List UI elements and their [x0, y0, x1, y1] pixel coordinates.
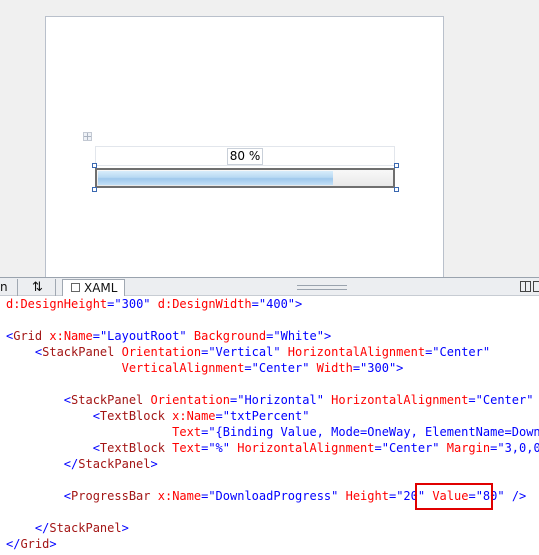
- code-token: "Center": [432, 345, 491, 359]
- code-token: "400": [258, 297, 296, 311]
- code-token: Margin: [439, 441, 491, 455]
- code-token: HorizontalAlignment: [230, 441, 375, 455]
- progress-fill: [98, 171, 333, 185]
- xaml-file-icon: [71, 283, 80, 292]
- code-line[interactable]: </StackPanel>: [6, 520, 129, 536]
- code-line[interactable]: Text="{Binding Value, Mode=OneWay, Eleme…: [6, 424, 539, 440]
- code-token: <: [6, 345, 43, 359]
- code-token: HorizontalAlignment: [280, 345, 426, 359]
- code-token: StackPanel: [49, 521, 122, 535]
- code-token: "Horizontal": [237, 393, 324, 407]
- code-token: <: [6, 441, 100, 455]
- code-token: HorizontalAlignment: [323, 393, 469, 407]
- code-token: "Center": [251, 361, 310, 375]
- code-token: =: [468, 393, 476, 407]
- code-token: VerticalAlignment: [6, 361, 245, 375]
- download-progress-bar[interactable]: [95, 168, 395, 188]
- code-token: <: [6, 409, 100, 423]
- code-token: =: [92, 329, 100, 343]
- code-token: =: [352, 361, 361, 375]
- code-token: >: [150, 457, 158, 471]
- code-token: </: [6, 457, 79, 471]
- code-token: >: [121, 521, 129, 535]
- code-line[interactable]: </StackPanel>: [6, 456, 158, 472]
- code-token: "{Binding Value, Mode=OneWay, ElementNam…: [208, 425, 539, 439]
- code-token: "Center": [381, 441, 440, 455]
- code-token: Grid: [20, 537, 50, 551]
- code-token: >: [323, 329, 332, 343]
- code-token: Text: [164, 441, 202, 455]
- code-token: <: [6, 489, 72, 503]
- code-token: Grid: [13, 329, 43, 343]
- code-token: Height: [338, 489, 389, 503]
- resize-handle-top-left[interactable]: [92, 163, 97, 168]
- code-token: "DownloadProgress": [208, 489, 339, 503]
- vertical-split-icon[interactable]: [533, 281, 539, 292]
- code-token: Width: [309, 361, 353, 375]
- xaml-code-editor[interactable]: d:DesignHeight="300" d:DesignWidth="400"…: [0, 296, 539, 555]
- code-token: "3,0,0,0": [497, 441, 539, 455]
- code-token: "300": [360, 361, 397, 375]
- code-token: <: [6, 393, 72, 407]
- code-token: x:Name: [164, 409, 216, 423]
- code-line[interactable]: <StackPanel Orientation="Vertical" Horiz…: [6, 344, 490, 360]
- code-token: "White": [273, 329, 324, 343]
- code-token: </: [6, 521, 50, 535]
- editor-view-toolbar: n ⇅ XAML: [0, 277, 539, 296]
- code-token: =: [244, 361, 252, 375]
- code-line[interactable]: <Grid x:Name="LayoutRoot" Background="Wh…: [6, 328, 331, 344]
- value-highlight-box: [415, 483, 493, 510]
- design-surface[interactable]: 80 %: [0, 0, 539, 277]
- code-token: x:Name: [42, 329, 93, 343]
- code-token: ProgressBar: [71, 489, 151, 503]
- splitter-grip[interactable]: [297, 285, 347, 290]
- tab-xaml[interactable]: XAML: [62, 279, 125, 296]
- code-line[interactable]: </Grid>: [6, 536, 57, 552]
- code-token: "%": [208, 441, 230, 455]
- code-token: d:DesignWidth: [150, 297, 252, 311]
- resize-handle-top-right[interactable]: [394, 163, 399, 168]
- code-token: TextBlock: [99, 441, 165, 455]
- code-token: x:Name: [150, 489, 202, 503]
- code-token: Orientation: [114, 345, 202, 359]
- code-token: =: [215, 409, 223, 423]
- code-token: "txtPercent": [222, 409, 310, 423]
- swap-panes-icon[interactable]: ⇅: [20, 279, 56, 296]
- code-token: Orientation: [143, 393, 230, 407]
- code-token: "300": [114, 297, 151, 311]
- code-line[interactable]: d:DesignHeight="300" d:DesignWidth="400"…: [6, 296, 302, 312]
- code-token: "LayoutRoot": [99, 329, 187, 343]
- code-token: >: [396, 361, 404, 375]
- code-line[interactable]: <TextBlock x:Name="txtPercent": [6, 408, 310, 424]
- code-token: Margin: [533, 393, 539, 407]
- code-token: Background: [186, 329, 267, 343]
- code-token: />: [504, 489, 527, 503]
- code-line[interactable]: <TextBlock Text="%" HorizontalAlignment=…: [6, 440, 539, 456]
- code-token: StackPanel: [71, 393, 144, 407]
- code-token: StackPanel: [42, 345, 115, 359]
- code-line[interactable]: VerticalAlignment="Center" Width="300">: [6, 360, 404, 376]
- code-token: "Vertical": [208, 345, 281, 359]
- horizontal-split-icon[interactable]: [520, 281, 531, 292]
- resize-handle-bottom-right[interactable]: [394, 187, 399, 192]
- code-token: =: [251, 297, 259, 311]
- code-token: StackPanel: [78, 457, 151, 471]
- tab-design[interactable]: n: [0, 279, 18, 296]
- tab-xaml-label: XAML: [84, 281, 118, 295]
- code-token: >: [49, 537, 57, 551]
- code-line[interactable]: <StackPanel Orientation = "Horizontal" Hor…: [6, 392, 539, 408]
- code-token: =: [374, 441, 382, 455]
- percent-textblock-row[interactable]: 80 %: [95, 146, 395, 166]
- resize-handle-bottom-left[interactable]: [92, 187, 97, 192]
- code-token: Text: [6, 425, 202, 439]
- code-token: TextBlock: [99, 409, 165, 423]
- code-token: >: [295, 297, 303, 311]
- code-token: </: [6, 537, 21, 551]
- percent-text[interactable]: 80 %: [226, 148, 264, 165]
- code-token: "Center": [475, 393, 534, 407]
- code-token: d:DesignHeight: [6, 297, 108, 311]
- move-handle-icon[interactable]: [83, 132, 92, 141]
